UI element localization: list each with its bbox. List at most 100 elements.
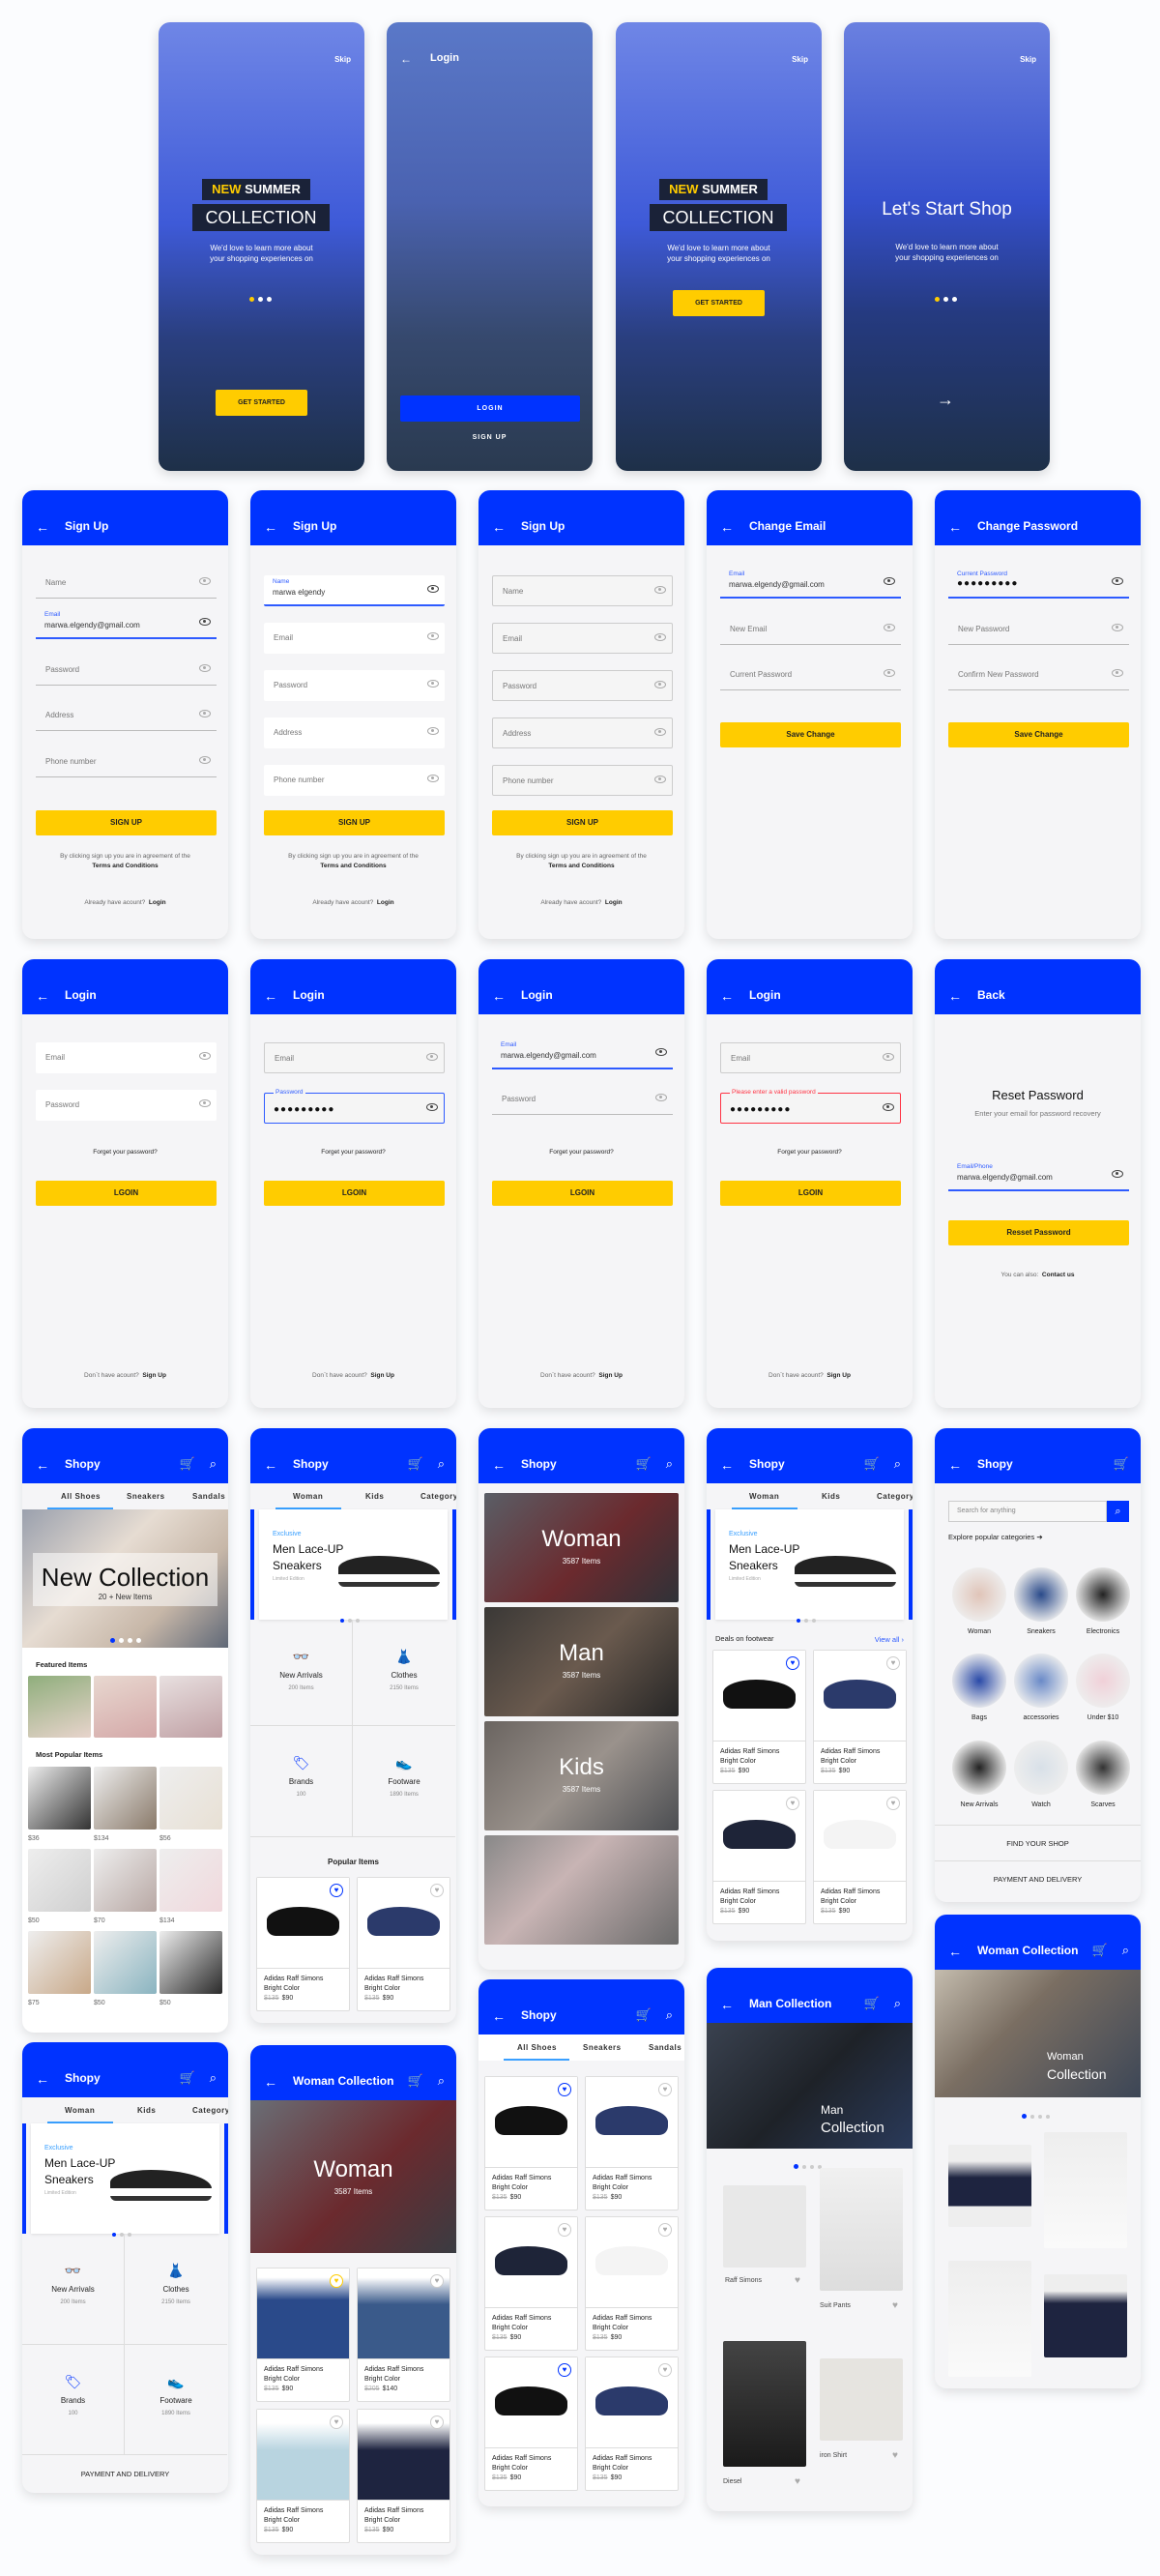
- product-card[interactable]: ♥ Adidas Raff Simons Bright Color $135 $90: [585, 2356, 679, 2491]
- man-item-image[interactable]: [723, 2341, 806, 2467]
- woman-hero[interactable]: Woman Collection: [935, 1970, 1141, 2097]
- back-icon[interactable]: ←: [720, 520, 734, 534]
- popular-item-image[interactable]: [28, 1849, 91, 1912]
- signup-link[interactable]: Sign Up: [598, 1372, 623, 1379]
- popular-item-image[interactable]: [160, 1849, 222, 1912]
- search-icon[interactable]: ⌕: [1122, 1943, 1129, 1958]
- email-phone-field[interactable]: Email/Phone marwa.elgendy@gmail.com: [948, 1160, 1129, 1191]
- login-button[interactable]: LGOIN: [492, 1181, 673, 1206]
- tab-kids[interactable]: Kids: [822, 1492, 840, 1501]
- eye-icon[interactable]: [199, 577, 211, 585]
- reset-password-button[interactable]: Resset Password: [948, 1220, 1129, 1245]
- heart-icon[interactable]: ♥: [430, 2274, 444, 2288]
- heart-icon[interactable]: ♥: [330, 2274, 343, 2288]
- tab-woman[interactable]: Woman: [293, 1492, 323, 1501]
- search-input[interactable]: Search for anything: [948, 1501, 1107, 1522]
- heart-icon[interactable]: ♥: [558, 2223, 571, 2237]
- tab-kids[interactable]: Kids: [365, 1492, 384, 1501]
- back-icon[interactable]: ←: [948, 1458, 962, 1472]
- forgot-password-link[interactable]: Forget your password?: [250, 1149, 456, 1156]
- collection-kids[interactable]: Kids 3587 Items: [484, 1721, 679, 1830]
- email-field[interactable]: Email: [264, 1042, 445, 1073]
- product-card[interactable]: ♥ Adidas Raff Simons Bright Color $205 $140: [357, 2268, 450, 2402]
- eye-icon[interactable]: [1112, 1170, 1123, 1178]
- cart-icon[interactable]: 🛒: [864, 1996, 880, 2011]
- back-icon[interactable]: ←: [264, 2075, 277, 2089]
- phone-field[interactable]: Phone number: [36, 746, 217, 777]
- phone-field[interactable]: Phone number: [492, 765, 673, 796]
- back-icon[interactable]: ←: [36, 520, 49, 534]
- eye-icon[interactable]: [199, 1099, 211, 1107]
- email-field[interactable]: Email: [36, 1042, 217, 1073]
- signup-link[interactable]: Sign Up: [826, 1372, 851, 1379]
- explore-heading[interactable]: Explore popular categories ➔: [948, 1533, 1043, 1541]
- signup-button[interactable]: SIGN UP: [492, 810, 673, 835]
- category-circle[interactable]: [1076, 1741, 1130, 1795]
- skip-button[interactable]: Skip: [1020, 55, 1036, 64]
- skip-button[interactable]: Skip: [792, 55, 808, 64]
- promo-banner[interactable]: Exclusive Men Lace-UP Sneakers Limited E…: [250, 1509, 456, 1623]
- category-circle[interactable]: [1076, 1654, 1130, 1708]
- product-card[interactable]: ♥ Adidas Raff Simons Bright Color $135 $90: [357, 2409, 450, 2543]
- search-icon[interactable]: ⌕: [210, 2070, 217, 2086]
- promo-banner[interactable]: Exclusive Men Lace-UP Sneakers Limited E…: [22, 2123, 228, 2237]
- heart-icon[interactable]: ♥: [795, 2275, 800, 2286]
- back-icon[interactable]: ←: [492, 520, 506, 534]
- eye-icon[interactable]: [426, 1103, 438, 1111]
- back-icon[interactable]: ←: [948, 1945, 962, 1958]
- signup-button[interactable]: SIGN UP: [264, 810, 445, 835]
- forgot-password-link[interactable]: Forget your password?: [707, 1149, 913, 1156]
- login-link[interactable]: Login: [149, 899, 166, 906]
- product-card[interactable]: ♥ Adidas Raff Simons Bright Color $135 $90: [484, 2216, 578, 2351]
- eye-icon[interactable]: [654, 776, 666, 783]
- tab-category[interactable]: Category: [877, 1492, 913, 1501]
- login-button[interactable]: LGOIN: [36, 1181, 217, 1206]
- back-icon[interactable]: ←: [948, 520, 962, 534]
- category-circle[interactable]: [1014, 1567, 1068, 1622]
- popular-item-image[interactable]: [28, 1767, 91, 1830]
- category-circle[interactable]: [1014, 1741, 1068, 1795]
- name-field[interactable]: Name: [492, 575, 673, 606]
- email-field[interactable]: Email marwa.elgendy@gmail.com: [492, 1039, 673, 1069]
- password-field[interactable]: Password ●●●●●●●●●: [264, 1089, 445, 1124]
- eye-icon[interactable]: [654, 586, 666, 594]
- cart-icon[interactable]: 🛒: [180, 2070, 195, 2086]
- terms-link[interactable]: Terms and Conditions: [250, 863, 456, 869]
- product-card[interactable]: ♥ Adidas Raff Simons Bright Color $135 $90: [256, 1877, 350, 2011]
- product-card[interactable]: ♥ Adidas Raff Simons Bright Color $135 $90: [484, 2076, 578, 2210]
- cart-icon[interactable]: 🛒: [636, 1456, 652, 1472]
- login-link[interactable]: Login: [377, 899, 394, 906]
- product-card[interactable]: ♥ Adidas Raff Simons Bright Color $135 $90: [484, 2356, 578, 2491]
- dress-image[interactable]: [1044, 2274, 1127, 2357]
- password-field[interactable]: Please enter a valid password ●●●●●●●●●: [720, 1089, 901, 1124]
- tab-sandals[interactable]: Sandals: [649, 2043, 682, 2052]
- eye-icon[interactable]: [199, 618, 211, 626]
- password-field[interactable]: Password: [264, 670, 445, 701]
- back-icon[interactable]: ←: [720, 1998, 734, 2011]
- terms-link[interactable]: Terms and Conditions: [22, 863, 228, 869]
- eye-icon[interactable]: [426, 1053, 438, 1061]
- dress-image[interactable]: [948, 2145, 1031, 2227]
- eye-icon[interactable]: [427, 775, 439, 782]
- email-field[interactable]: Email: [720, 1042, 901, 1073]
- man-item-image[interactable]: [723, 2185, 806, 2268]
- login-button[interactable]: LGOIN: [720, 1181, 901, 1206]
- category-circle[interactable]: [1076, 1567, 1130, 1622]
- product-card[interactable]: ♥ Adidas Raff Simons Bright Color $135 $90: [813, 1790, 907, 1924]
- eye-icon[interactable]: [883, 1103, 894, 1111]
- product-card[interactable]: ♥ Adidas Raff Simons Bright Color $135 $90: [256, 2268, 350, 2402]
- eye-icon[interactable]: [427, 632, 439, 640]
- eye-icon[interactable]: [654, 728, 666, 736]
- cart-icon[interactable]: 🛒: [408, 2073, 423, 2089]
- category-clothes[interactable]: 👗 Clothes 2150 Items: [125, 2234, 227, 2345]
- search-icon[interactable]: ⌕: [666, 1456, 673, 1472]
- promo-banner[interactable]: Exclusive Men Lace-UP Sneakers Limited E…: [707, 1509, 913, 1623]
- password-field[interactable]: Password: [492, 670, 673, 701]
- eye-icon[interactable]: [199, 664, 211, 672]
- signup-link[interactable]: Sign Up: [142, 1372, 166, 1379]
- tab-all-shoes[interactable]: All Shoes: [61, 1492, 101, 1501]
- signup-link[interactable]: SIGN UP: [387, 434, 593, 441]
- heart-icon[interactable]: ♥: [886, 1656, 900, 1670]
- name-field[interactable]: Name: [36, 568, 217, 599]
- heart-icon[interactable]: ♥: [430, 1884, 444, 1897]
